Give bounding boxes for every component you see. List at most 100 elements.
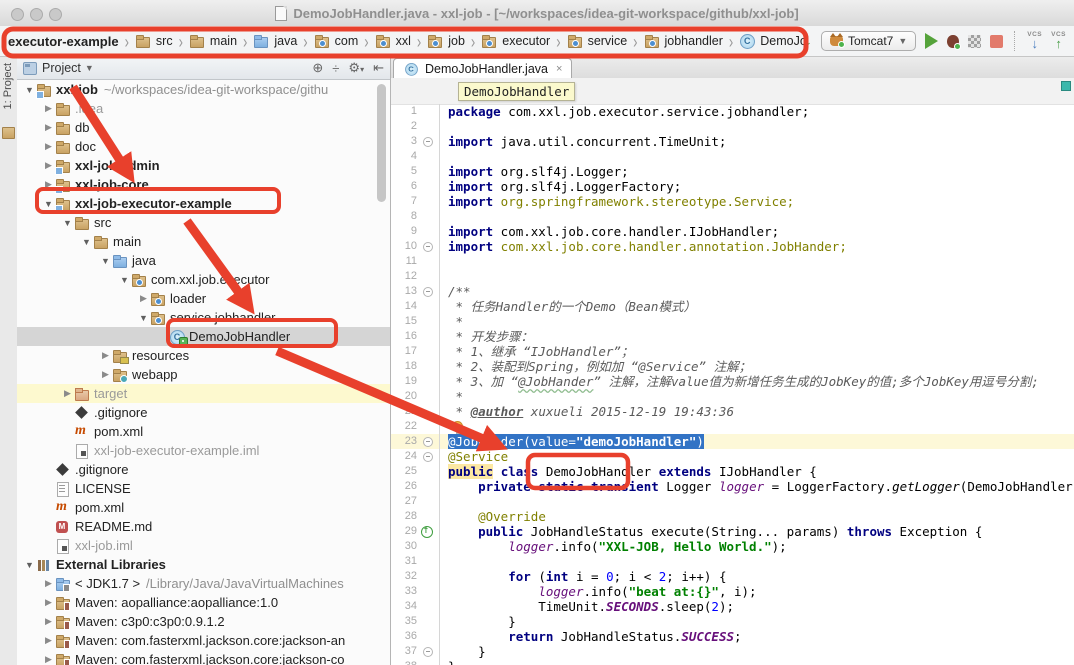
tree-item-pom-xml[interactable]: pom.xml xyxy=(17,422,390,441)
chevron-collapsed-icon[interactable]: ▶ xyxy=(42,616,55,627)
tree-item-db[interactable]: ▶db xyxy=(17,118,390,137)
window-zoom-button[interactable] xyxy=(49,8,62,21)
chevron-collapsed-icon[interactable]: ▶ xyxy=(42,597,55,608)
code-line-25[interactable]: 25public class DemoJobHandler extends IJ… xyxy=(391,464,1074,479)
tree-item-maven-aopalliance-aopalliance-1-0[interactable]: ▶Maven: aopalliance:aopalliance:1.0 xyxy=(17,593,390,612)
code-line-31[interactable]: 31 xyxy=(391,554,1074,569)
code-line-6[interactable]: 6import org.slf4j.LoggerFactory; xyxy=(391,179,1074,194)
chevron-expanded-icon[interactable]: ▼ xyxy=(23,560,36,570)
window-minimize-button[interactable] xyxy=(30,8,43,21)
tree-item-xxl-job-executor-example[interactable]: ▼xxl-job-executor-example xyxy=(17,194,390,213)
tree-item-xxl-job-core[interactable]: ▶xxl-job-core xyxy=(17,175,390,194)
tree-item-src[interactable]: ▼src xyxy=(17,213,390,232)
breadcrumb-item-java[interactable]: java xyxy=(251,32,299,50)
code-line-14[interactable]: 14 * 任务Handler的一个Demo（Bean模式） xyxy=(391,299,1074,314)
editor-tab-demojobhandler[interactable]: DemoJobHandler.java × xyxy=(393,58,572,78)
tree-item-xxl-job[interactable]: ▼xxl-job~/workspaces/idea-git-workspace/… xyxy=(17,80,390,99)
breadcrumb-item-executor[interactable]: executor xyxy=(479,32,552,50)
chevron-expanded-icon[interactable]: ▼ xyxy=(118,275,131,285)
chevron-expanded-icon[interactable]: ▼ xyxy=(61,218,74,228)
tree-item-maven-com-fasterxml-jackson-core-jackson-co[interactable]: ▶Maven: com.fasterxml.jackson.core:jacks… xyxy=(17,650,390,665)
fold-marker-icon[interactable] xyxy=(423,137,433,147)
code-line-5[interactable]: 5import org.slf4j.Logger; xyxy=(391,164,1074,179)
code-line-22[interactable]: 22 xyxy=(391,419,1074,434)
tree-item-loader[interactable]: ▶loader xyxy=(17,289,390,308)
fold-marker-icon[interactable] xyxy=(423,452,433,462)
tree-item-com-xxl-job-executor[interactable]: ▼com.xxl.job.executor xyxy=(17,270,390,289)
stop-button[interactable] xyxy=(990,35,1003,48)
tree-item-doc[interactable]: ▶doc xyxy=(17,137,390,156)
code-line-30[interactable]: 30 logger.info("XXL-JOB, Hello World."); xyxy=(391,539,1074,554)
tree-item--gitignore[interactable]: .gitignore xyxy=(17,460,390,479)
breadcrumb-item-executor-example[interactable]: executor-example xyxy=(6,33,121,50)
fold-marker-icon[interactable] xyxy=(423,437,433,447)
breadcrumb-item-jobhandler[interactable]: jobhandler xyxy=(642,32,725,50)
code-line-32[interactable]: 32 for (int i = 0; i < 2; i++) { xyxy=(391,569,1074,584)
code-line-10[interactable]: 10import com.xxl.job.core.handler.annota… xyxy=(391,239,1074,254)
chevron-collapsed-icon[interactable]: ▶ xyxy=(42,578,55,589)
vcs-update-button[interactable]: VCS↓ xyxy=(1027,32,1042,51)
code-line-12[interactable]: 12 xyxy=(391,269,1074,284)
chevron-collapsed-icon[interactable]: ▶ xyxy=(42,179,55,190)
code-line-3[interactable]: 3import java.util.concurrent.TimeUnit; xyxy=(391,134,1074,149)
tree-item-webapp[interactable]: ▶webapp xyxy=(17,365,390,384)
run-configuration-select[interactable]: Tomcat7 ▼ xyxy=(821,31,916,51)
chevron-collapsed-icon[interactable]: ▶ xyxy=(42,141,55,152)
code-line-1[interactable]: 1package com.xxl.job.executor.service.jo… xyxy=(391,104,1074,119)
tree-item-pom-xml[interactable]: pom.xml xyxy=(17,498,390,517)
code-line-15[interactable]: 15 * xyxy=(391,314,1074,329)
chevron-expanded-icon[interactable]: ▼ xyxy=(80,237,93,247)
code-line-20[interactable]: 20 * xyxy=(391,389,1074,404)
code-line-2[interactable]: 2 xyxy=(391,119,1074,134)
tree-item-xxl-job-admin[interactable]: ▶xxl-job-admin xyxy=(17,156,390,175)
tree-item-license[interactable]: LICENSE xyxy=(17,479,390,498)
breadcrumb-item-com[interactable]: com xyxy=(312,32,361,50)
hide-panel-icon[interactable]: ⇤ xyxy=(373,60,384,76)
chevron-collapsed-icon[interactable]: ▶ xyxy=(42,635,55,646)
tree-item-target[interactable]: ▶target xyxy=(17,384,390,403)
chevron-collapsed-icon[interactable]: ▶ xyxy=(42,654,55,665)
settings-gear-icon[interactable]: ⚙▾ xyxy=(348,60,364,76)
project-tool-window-tab[interactable]: 1: Project xyxy=(2,63,14,109)
code-line-9[interactable]: 9import com.xxl.job.core.handler.IJobHan… xyxy=(391,224,1074,239)
chevron-expanded-icon[interactable]: ▼ xyxy=(137,313,150,323)
close-icon[interactable]: × xyxy=(556,63,562,75)
breadcrumb-item-service[interactable]: service xyxy=(565,32,630,50)
code-line-17[interactable]: 17 * 1、继承 “IJobHandler”； xyxy=(391,344,1074,359)
code-line-23[interactable]: 23@JobHander(value="demoJobHandler") xyxy=(391,434,1074,449)
breadcrumb-item-src[interactable]: src xyxy=(133,32,175,50)
green-down-arrow-icon[interactable]: ↓ xyxy=(804,33,812,49)
fold-marker-icon[interactable] xyxy=(423,647,433,657)
tree-scrollbar[interactable] xyxy=(377,84,386,202)
fold-marker-icon[interactable] xyxy=(423,242,433,252)
code-line-18[interactable]: 18 * 2、装配到Spring，例如加 “@Service” 注解； xyxy=(391,359,1074,374)
tree-item--idea[interactable]: ▶.idea xyxy=(17,99,390,118)
inspection-indicator[interactable] xyxy=(1061,81,1071,91)
tree-item--jdk1-7-[interactable]: ▶< JDK1.7 >/Library/Java/JavaVirtualMach… xyxy=(17,574,390,593)
window-close-button[interactable] xyxy=(11,8,24,21)
vcs-commit-button[interactable]: VCS↑ xyxy=(1051,32,1066,51)
code-line-26[interactable]: 26 private static transient Logger logge… xyxy=(391,479,1074,494)
code-line-4[interactable]: 4 xyxy=(391,149,1074,164)
code-line-33[interactable]: 33 logger.info("beat at:{}", i); xyxy=(391,584,1074,599)
chevron-expanded-icon[interactable]: ▼ xyxy=(23,85,36,95)
chevron-collapsed-icon[interactable]: ▶ xyxy=(42,103,55,114)
tree-item-maven-com-fasterxml-jackson-core-jackson-an[interactable]: ▶Maven: com.fasterxml.jackson.core:jacks… xyxy=(17,631,390,650)
tree-item-java[interactable]: ▼java xyxy=(17,251,390,270)
tree-item-demojobhandler[interactable]: DemoJobHandler xyxy=(17,327,390,346)
code-line-16[interactable]: 16 * 开发步骤： xyxy=(391,329,1074,344)
code-area[interactable]: 1package com.xxl.job.executor.service.jo… xyxy=(391,104,1074,665)
chevron-expanded-icon[interactable]: ▼ xyxy=(99,256,112,266)
collapse-all-icon[interactable]: ÷ xyxy=(332,61,339,76)
tree-item-main[interactable]: ▼main xyxy=(17,232,390,251)
code-line-24[interactable]: 24@Service xyxy=(391,449,1074,464)
chevron-expanded-icon[interactable]: ▼ xyxy=(42,199,55,209)
chevron-down-icon[interactable]: ▼ xyxy=(85,63,94,73)
code-line-35[interactable]: 35 } xyxy=(391,614,1074,629)
tree-item-resources[interactable]: ▶resources xyxy=(17,346,390,365)
code-line-19[interactable]: 19 * 3、加 “@JobHander” 注解，注解value值为新增任务生成… xyxy=(391,374,1074,389)
tree-item-external-libraries[interactable]: ▼External Libraries xyxy=(17,555,390,574)
breadcrumb-item-xxl[interactable]: xxl xyxy=(373,32,413,50)
chevron-collapsed-icon[interactable]: ▶ xyxy=(99,350,112,361)
tree-item-maven-c3p0-c3p0-0-9-1-2[interactable]: ▶Maven: c3p0:c3p0:0.9.1.2 xyxy=(17,612,390,631)
